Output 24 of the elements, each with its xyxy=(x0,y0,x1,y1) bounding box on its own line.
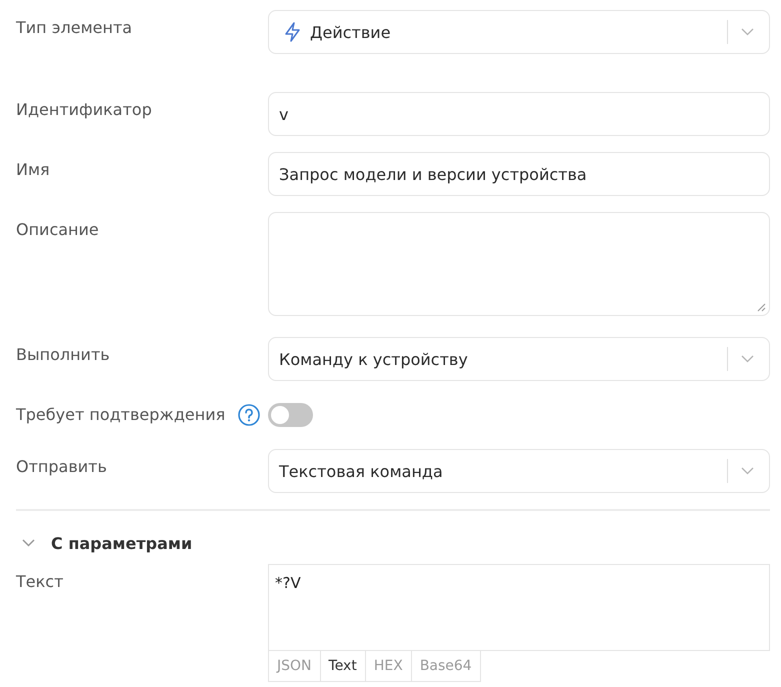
element-type-select[interactable]: Действие xyxy=(268,10,770,54)
lightning-icon xyxy=(284,22,301,42)
field-label: Идентификатор xyxy=(16,99,152,121)
command-text-field[interactable]: *?V xyxy=(268,564,770,651)
resize-handle-icon[interactable] xyxy=(757,303,766,312)
field-label: Тип элемента xyxy=(16,17,132,39)
description-field[interactable] xyxy=(268,212,770,316)
input-field[interactable]: Запрос модели и версии устройства xyxy=(268,152,770,196)
dropdown-select[interactable]: Команду к устройству xyxy=(268,337,770,381)
field-label: Требует подтверждения xyxy=(16,404,226,426)
input-field[interactable]: v xyxy=(268,92,770,136)
chevron-down-icon xyxy=(741,467,754,475)
help-icon[interactable] xyxy=(238,404,260,426)
field-label: Текст xyxy=(16,571,64,593)
field-label: Описание xyxy=(16,219,99,241)
chevron-icon[interactable] xyxy=(22,539,35,547)
toggle-switch[interactable] xyxy=(268,403,313,427)
field-label: Имя xyxy=(16,159,50,181)
field-label: Выполнить xyxy=(16,344,110,366)
chevron-down-icon xyxy=(741,28,754,36)
chevron-down-icon xyxy=(741,355,754,363)
dropdown-select[interactable]: Текстовая команда xyxy=(268,449,770,493)
field-label: Отправить xyxy=(16,456,107,478)
section-title[interactable]: С параметрами xyxy=(51,534,192,552)
